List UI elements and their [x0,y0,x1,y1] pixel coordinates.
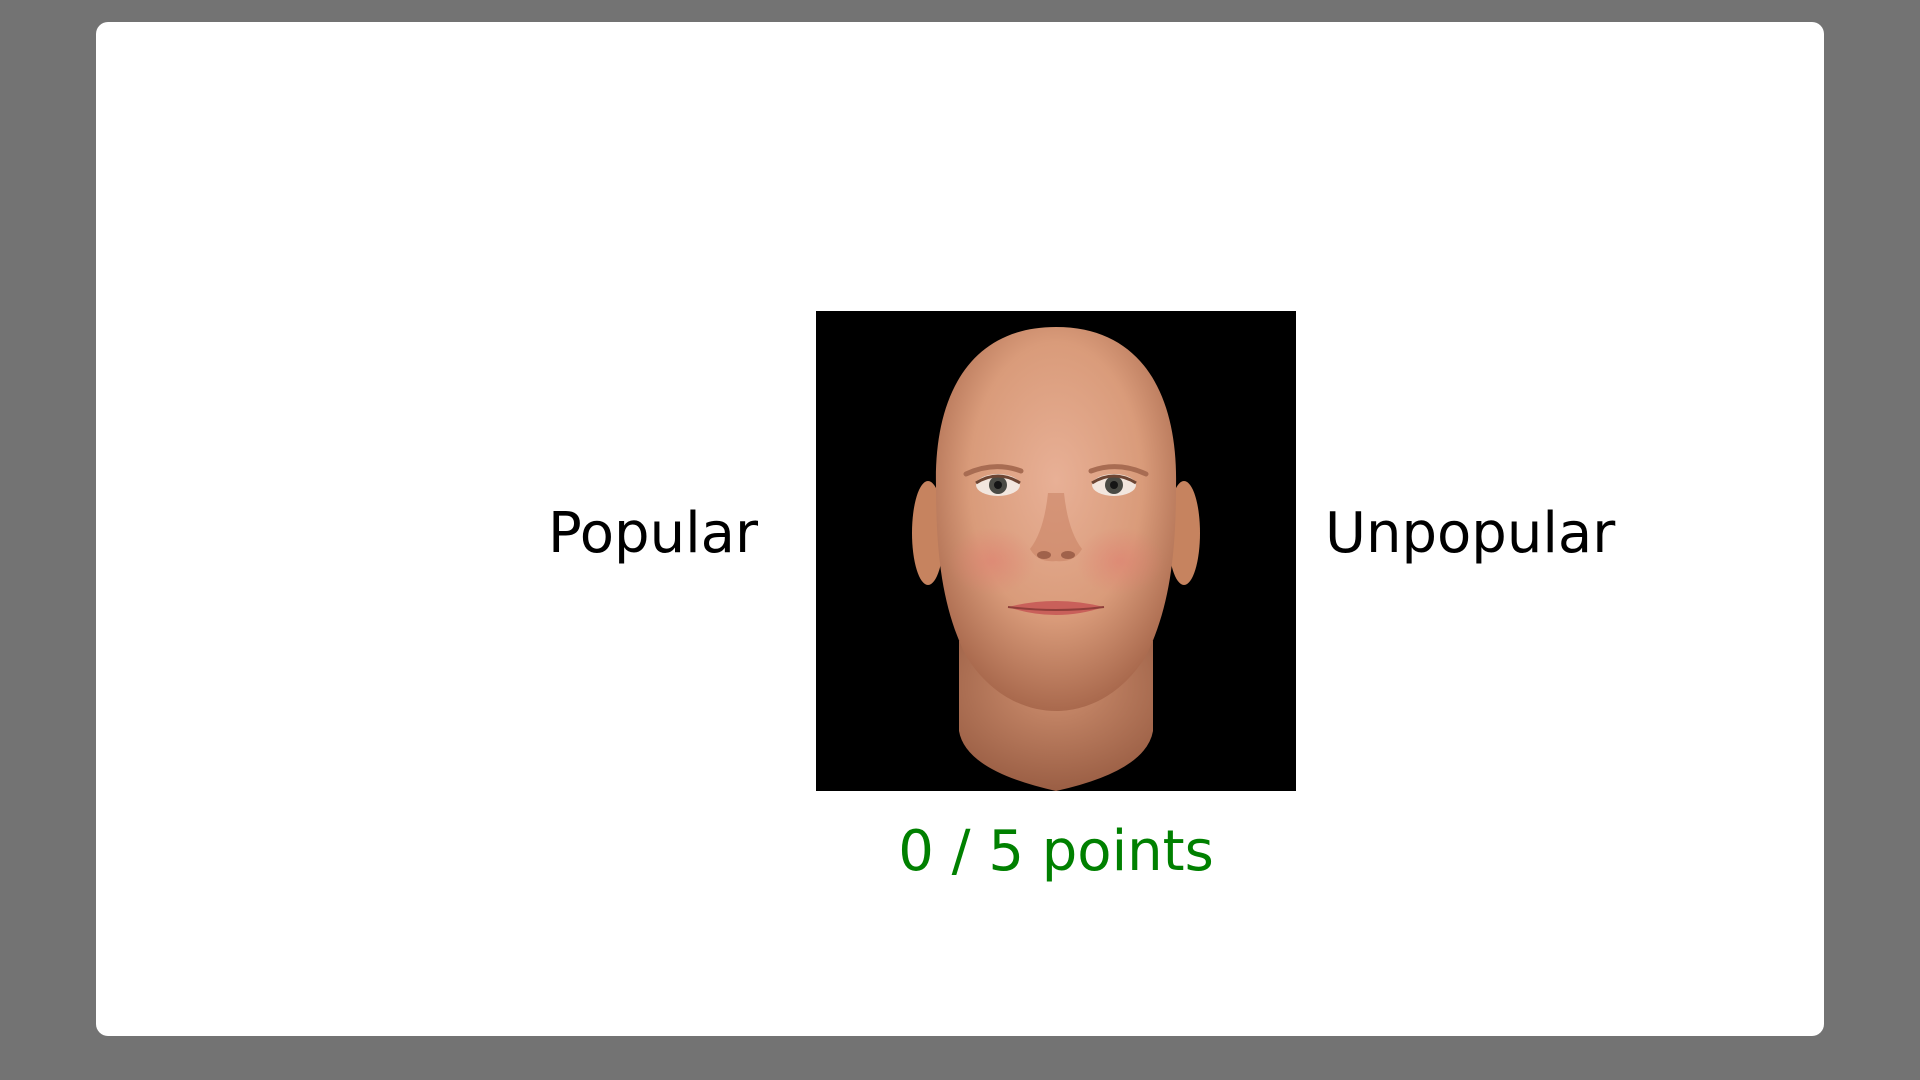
choice-left-label: Popular [548,501,758,566]
face-stimulus-image [816,311,1296,791]
choice-right-label: Unpopular [1325,501,1616,566]
score-feedback: 0 / 5 points [898,819,1214,884]
face-icon [912,327,1200,791]
experiment-panel: Popular Unpopular 0 / 5 points [96,22,1824,1036]
